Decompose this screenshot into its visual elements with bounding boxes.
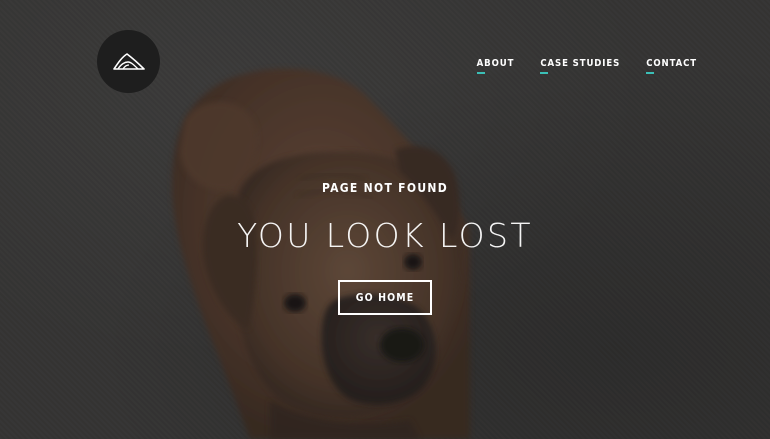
nav-item-case-studies[interactable]: CASE STUDIES (540, 57, 620, 79)
error-headline: YOU LOOK LOST (237, 216, 533, 255)
nav-item-case-studies-label: CASE STUDIES (540, 58, 621, 69)
nav-item-contact-label: CONTACT (646, 58, 697, 69)
nav-item-about[interactable]: ABOUT (476, 57, 515, 79)
error-subtitle: PAGE NOT FOUND (321, 181, 448, 195)
nav-item-case-studies-underline (540, 72, 549, 74)
nav-item-contact-underline (646, 72, 655, 74)
main-nav: ABOUT CASE STUDIES CONTACT (476, 57, 697, 79)
hero-section: PAGE NOT FOUND YOU LOOK LOST GO HOME (0, 181, 770, 315)
go-home-button[interactable]: GO HOME (337, 280, 433, 315)
nav-item-contact[interactable]: CONTACT (646, 57, 697, 79)
error-404-page: ABOUT CASE STUDIES CONTACT PAGE NOT FOUN… (0, 0, 770, 439)
nav-item-about-label: ABOUT (476, 58, 515, 69)
site-logo[interactable] (97, 30, 160, 93)
mountain-logo-icon (112, 52, 145, 70)
nav-item-about-underline (476, 72, 485, 74)
